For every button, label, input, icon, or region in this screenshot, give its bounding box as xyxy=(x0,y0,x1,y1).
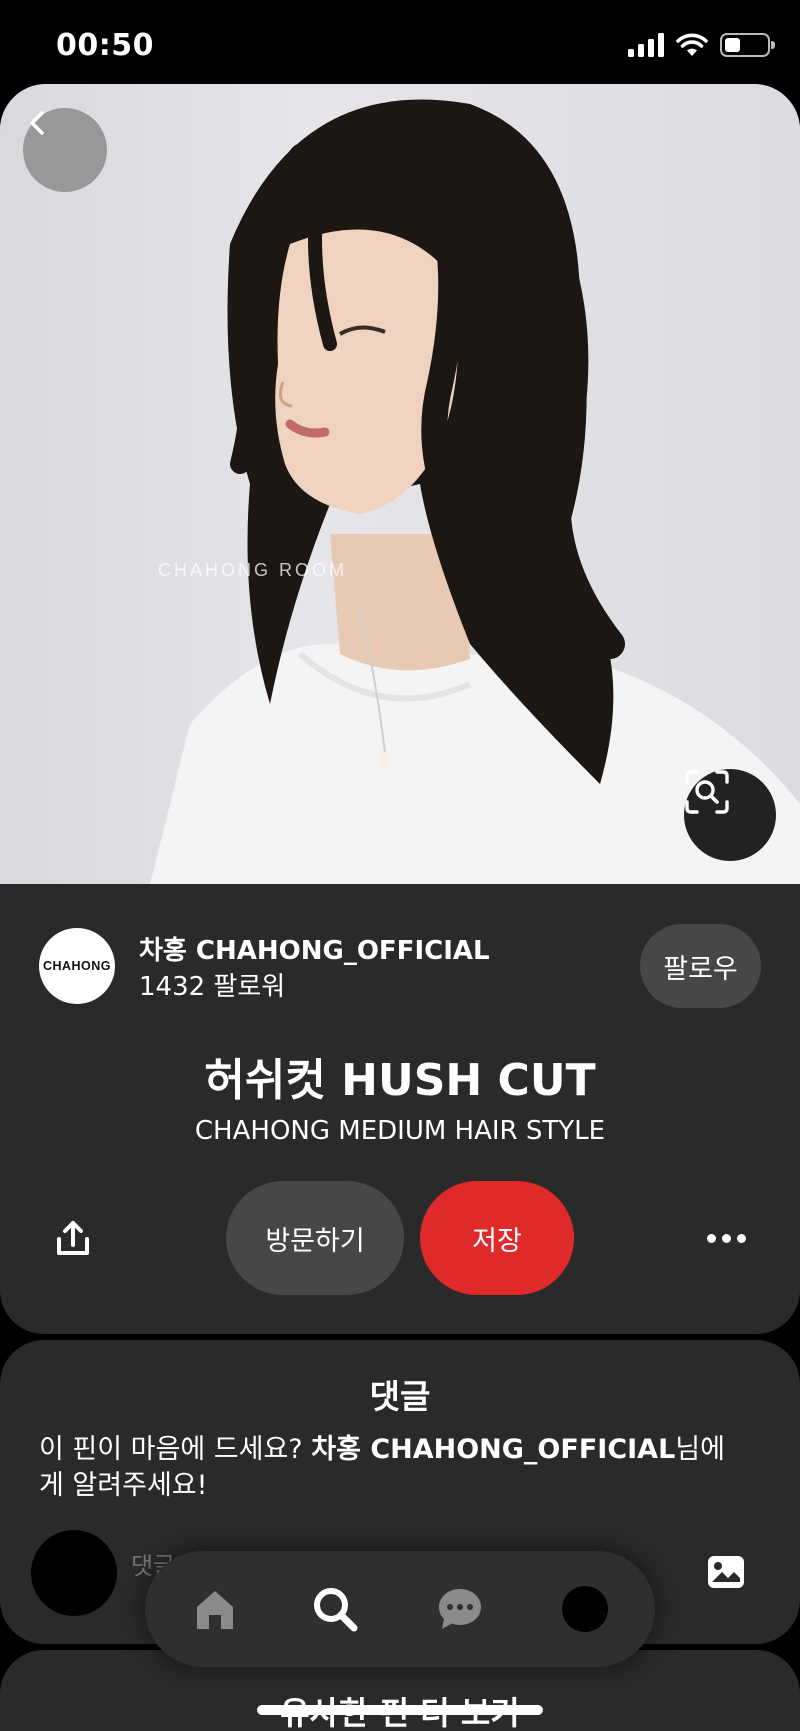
photo-icon[interactable] xyxy=(706,1552,746,1592)
share-icon xyxy=(57,1221,89,1255)
status-bar: 00:50 xyxy=(0,0,800,90)
creator-avatar[interactable]: CHAHONG xyxy=(39,928,115,1004)
comments-title: 댓글 xyxy=(369,1377,431,1416)
nav-home[interactable] xyxy=(185,1579,245,1639)
back-button[interactable] xyxy=(23,108,107,192)
nav-profile[interactable] xyxy=(555,1579,615,1639)
battery-icon xyxy=(720,33,775,57)
visual-search-button[interactable] xyxy=(684,769,776,861)
signal-icon xyxy=(628,33,664,57)
pin-subtitle: CHAHONG MEDIUM HAIR STYLE xyxy=(194,1116,606,1146)
more-dot-icon xyxy=(736,1233,746,1243)
wifi-icon xyxy=(676,33,708,56)
nav-search[interactable] xyxy=(305,1579,365,1639)
save-button[interactable]: 저장 xyxy=(420,1181,574,1295)
chevron-left-icon xyxy=(30,111,44,135)
status-icons xyxy=(628,32,775,58)
prompt-prefix: 이 핀이 마음에 드세요? xyxy=(39,1434,312,1465)
profile-avatar xyxy=(562,1586,608,1632)
creator-name[interactable]: 차홍 CHAHONG_OFFICIAL xyxy=(139,930,490,967)
follow-button[interactable]: 팔로우 xyxy=(640,924,761,1008)
bottom-nav xyxy=(145,1551,655,1667)
home-icon xyxy=(197,1591,233,1629)
more-options-button[interactable] xyxy=(700,1216,752,1260)
more-dot-icon xyxy=(721,1233,731,1243)
pin-title: 허쉬컷 HUSH CUT xyxy=(204,1055,596,1106)
nav-messages[interactable] xyxy=(430,1579,490,1639)
image-watermark: CHAHONG ROOM xyxy=(158,560,347,580)
share-button[interactable] xyxy=(48,1214,98,1264)
more-dot-icon xyxy=(706,1233,716,1243)
comments-prompt: 이 핀이 마음에 드세요? 차홍 CHAHONG_OFFICIAL님에게 알려주… xyxy=(39,1432,739,1504)
pin-image[interactable]: CHAHONG ROOM xyxy=(0,84,800,884)
pin-info-card: CHAHONG 차홍 CHAHONG_OFFICIAL 1432 팔로워 팔로우… xyxy=(0,884,800,1334)
chat-icon xyxy=(439,1589,481,1629)
prompt-creator[interactable]: 차홍 CHAHONG_OFFICIAL xyxy=(311,1434,675,1465)
follower-count: 1432 팔로워 xyxy=(139,972,286,1002)
visit-button[interactable]: 방문하기 xyxy=(226,1181,404,1295)
portrait-illustration xyxy=(150,99,800,884)
status-time: 00:50 xyxy=(56,28,154,63)
lens-search-icon xyxy=(685,770,729,814)
my-avatar xyxy=(31,1530,117,1616)
search-icon xyxy=(314,1588,358,1632)
home-indicator xyxy=(257,1705,543,1715)
